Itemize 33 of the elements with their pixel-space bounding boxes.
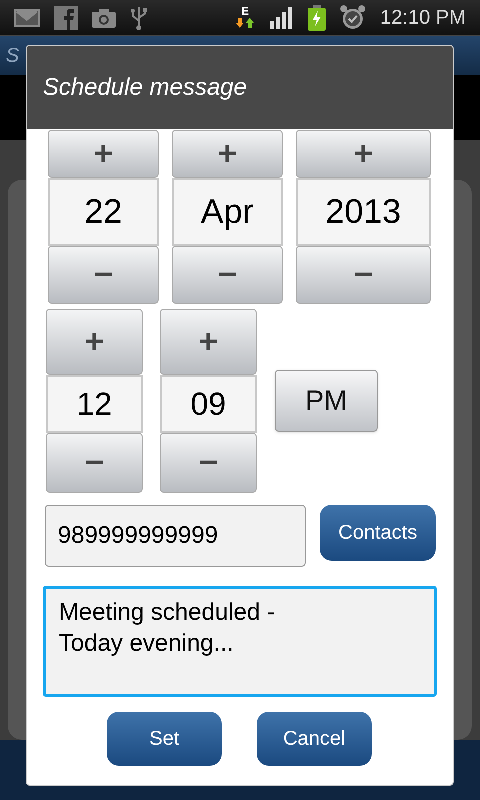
- decrement-button[interactable]: −: [48, 246, 159, 304]
- picker-value[interactable]: 09: [160, 375, 257, 433]
- dialog-button[interactable]: Set: [107, 712, 222, 766]
- dialog-title: Schedule message: [43, 72, 248, 102]
- alarm-icon: [340, 4, 366, 30]
- facebook-icon: [54, 6, 78, 30]
- mail-icon: [14, 8, 40, 26]
- increment-button[interactable]: +: [172, 130, 283, 178]
- decrement-button[interactable]: −: [46, 433, 143, 493]
- app-title: S: [6, 44, 20, 68]
- increment-button[interactable]: +: [160, 309, 257, 375]
- increment-button[interactable]: +: [296, 130, 431, 178]
- signal-icon: [270, 6, 294, 28]
- decrement-button[interactable]: −: [296, 246, 431, 304]
- camera-icon: [92, 8, 116, 28]
- decrement-button[interactable]: −: [160, 433, 257, 493]
- picker-value[interactable]: 12: [46, 375, 143, 433]
- increment-button[interactable]: +: [46, 309, 143, 375]
- contacts-button[interactable]: Contacts: [320, 505, 436, 561]
- clock-time: 12:10 PM: [380, 6, 466, 30]
- usb-icon: [130, 4, 148, 30]
- decrement-button[interactable]: −: [172, 246, 283, 304]
- increment-button[interactable]: +: [48, 130, 159, 178]
- data-arrows-icon: [236, 18, 254, 28]
- network-type-label: E: [242, 7, 250, 18]
- battery-charging-icon: [308, 4, 326, 30]
- phone-field[interactable]: 989999999999: [45, 505, 306, 567]
- dialog-button[interactable]: Cancel: [257, 712, 372, 766]
- picker-value[interactable]: 2013: [296, 178, 431, 246]
- picker-value[interactable]: 22: [48, 178, 159, 246]
- picker-value[interactable]: Apr: [172, 178, 283, 246]
- message-field[interactable]: Meeting scheduled - Today evening...: [43, 586, 437, 697]
- am-pm-button[interactable]: PM: [275, 370, 378, 432]
